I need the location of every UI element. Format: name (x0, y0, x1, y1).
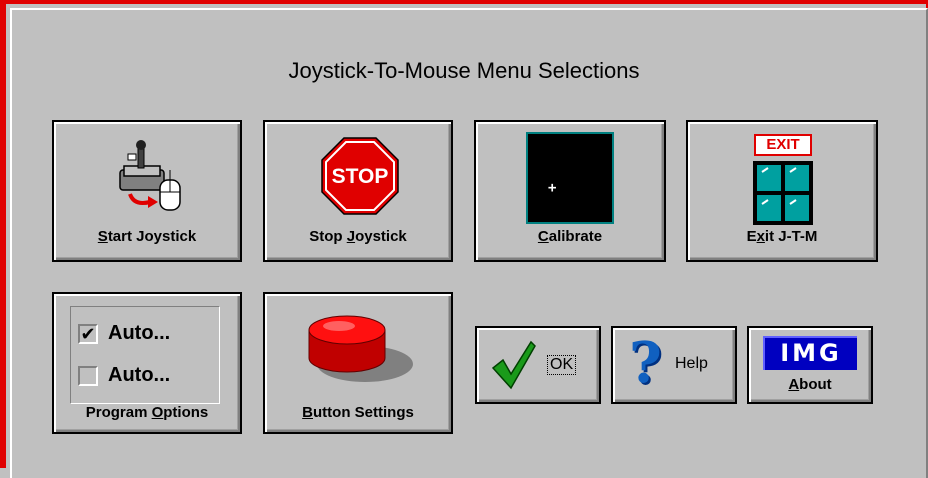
window-icon (753, 161, 813, 225)
calibrate-screen-icon: + (526, 132, 614, 224)
button-settings-label: Button Settings (302, 404, 414, 421)
checkmark-icon (491, 340, 536, 390)
stop-sign-text: STOP (332, 165, 389, 188)
red-button-icon (308, 315, 413, 382)
check-mark-icon: ✔ (80, 323, 96, 344)
start-joystick-label: Start Joystick (97, 228, 197, 245)
auto-option-1-checkbox[interactable]: ✔ (78, 323, 98, 344)
calibrate-button[interactable]: + Calibrate (474, 120, 666, 262)
img-logo: IMG (763, 336, 857, 370)
exit-sign: EXIT (754, 134, 812, 156)
auto-option-2-label: Auto... (108, 364, 171, 386)
auto-option-1[interactable]: ✔ Auto... (78, 322, 170, 345)
auto-option-2-checkbox[interactable] (78, 365, 98, 386)
stop-joystick-label: Stop Joystick (309, 228, 407, 245)
calibrate-label: Calibrate (537, 228, 603, 245)
exit-label: Exit J-T-M (746, 228, 818, 245)
auto-option-2[interactable]: Auto... (78, 364, 170, 387)
stop-sign-icon: STOP (321, 137, 399, 215)
about-label: About (788, 376, 832, 393)
start-joystick-button[interactable]: Start Joystick (52, 120, 242, 262)
help-label: Help (675, 355, 708, 372)
help-button[interactable]: ? Help (611, 326, 737, 404)
options-group (70, 306, 220, 404)
program-options-label: Program Options (85, 404, 209, 421)
question-mark-icon: ? (629, 330, 662, 396)
stop-joystick-button[interactable]: STOP Stop Joystick (263, 120, 453, 262)
joystick-mouse-icon (119, 140, 181, 211)
button-settings-button[interactable]: Button Settings (263, 292, 453, 434)
window-title: Joystick-To-Mouse Menu Selections (288, 58, 640, 83)
about-button[interactable]: IMG About (747, 326, 873, 404)
auto-option-1-label: Auto... (108, 322, 171, 344)
program-options-button[interactable]: ✔ Auto... Auto... Program Options (52, 292, 242, 434)
exit-button[interactable]: EXIT Exit J-T-M (686, 120, 878, 262)
crosshair-icon: + (548, 180, 557, 196)
ok-button[interactable]: OK (475, 326, 601, 404)
ok-label: OK (547, 355, 577, 375)
